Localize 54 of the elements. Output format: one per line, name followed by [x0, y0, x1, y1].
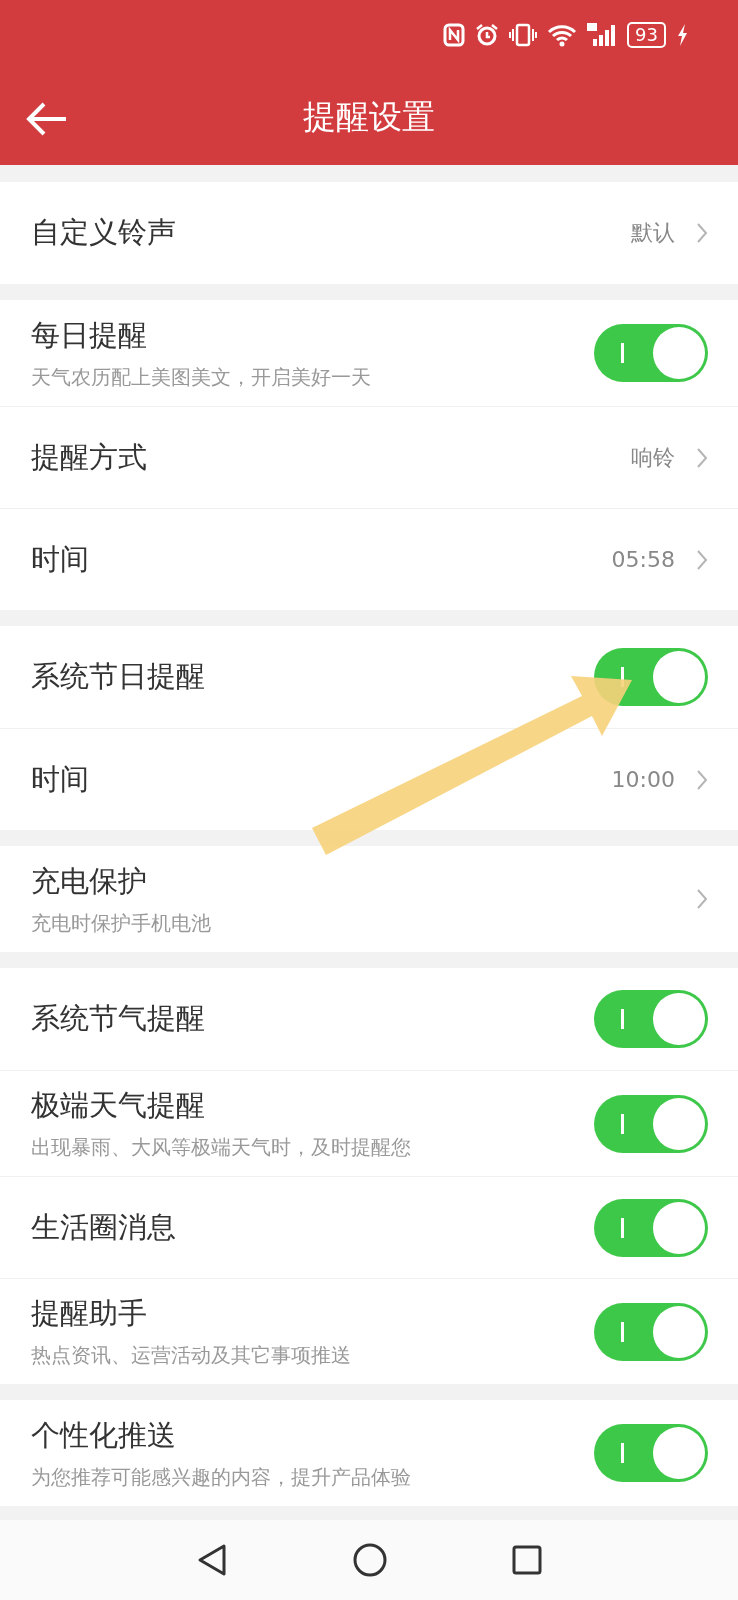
toggle-switch[interactable] [594, 990, 708, 1048]
toggle-switch[interactable] [594, 1198, 708, 1257]
signal-icon [587, 23, 618, 47]
toggle-switch[interactable] [594, 1302, 708, 1361]
chevron-icon [697, 889, 708, 909]
settings-row[interactable]: 个性化推送 为您推荐可能感兴趣的内容，提升产品体验 [0, 1400, 738, 1506]
setting-description: 充电时保护手机电池 [31, 909, 212, 937]
setting-label: 时间 [31, 540, 90, 578]
setting-value: 响铃 [631, 443, 675, 472]
settings-row[interactable]: 提醒助手 热点资讯、运营活动及其它事项推送 [0, 1278, 738, 1384]
nfc-icon [443, 23, 466, 47]
chevron-icon [697, 447, 708, 468]
chevron-icon [697, 223, 708, 243]
setting-label: 充电保护 [31, 862, 148, 900]
setting-label: 每日提醒 [31, 316, 148, 354]
charging-icon [676, 23, 688, 47]
settings-row[interactable]: 充电保护 充电时保护手机电池 [0, 846, 738, 952]
setting-label: 时间 [31, 760, 90, 798]
settings-row[interactable]: 每日提醒 天气农历配上美图美文，开启美好一天 [0, 300, 738, 406]
setting-label: 自定义铃声 [31, 214, 177, 251]
chevron-icon [697, 549, 708, 570]
wifi-icon [547, 23, 578, 47]
setting-value: 10:00 [611, 767, 675, 792]
settings-row[interactable]: 提醒方式 响铃 [0, 406, 738, 508]
setting-description: 热点资讯、运营活动及其它事项推送 [31, 1342, 352, 1369]
settings-row[interactable]: 自定义铃声 默认 [0, 182, 738, 284]
setting-value: 默认 [631, 219, 675, 247]
toggle-switch[interactable] [594, 1094, 708, 1153]
home-nav-icon[interactable] [353, 1543, 387, 1577]
setting-label: 极端天气提醒 [31, 1087, 206, 1124]
back-nav-icon[interactable] [196, 1543, 228, 1577]
back-icon[interactable] [26, 102, 68, 136]
alarm-icon [475, 23, 500, 47]
setting-description: 为您推荐可能感兴趣的内容，提升产品体验 [31, 1463, 412, 1491]
setting-description: 出现暴雨、大风等极端天气时，及时提醒您 [31, 1134, 412, 1161]
setting-label: 生活圈消息 [31, 1208, 177, 1246]
page-title: 提醒设置 [303, 96, 435, 138]
setting-description: 天气农历配上美图美文，开启美好一天 [31, 363, 372, 391]
setting-label: 提醒助手 [31, 1295, 148, 1332]
chevron-icon [697, 769, 708, 790]
setting-label: 提醒方式 [31, 438, 148, 476]
settings-row[interactable]: 极端天气提醒 出现暴雨、大风等极端天气时，及时提醒您 [0, 1070, 738, 1176]
setting-label: 系统节日提醒 [31, 658, 206, 695]
setting-label: 系统节气提醒 [31, 1000, 206, 1037]
setting-value: 05:58 [611, 547, 675, 572]
vibrate-icon [509, 23, 538, 47]
recents-nav-icon[interactable] [512, 1545, 542, 1575]
toggle-switch[interactable] [594, 324, 708, 382]
settings-row[interactable]: 时间 05:58 [0, 508, 738, 610]
settings-row[interactable]: 系统节气提醒 [0, 968, 738, 1070]
setting-label: 个性化推送 [31, 1416, 177, 1454]
toggle-switch[interactable] [594, 1424, 708, 1482]
battery-icon: 93 [627, 22, 666, 48]
settings-row[interactable]: 生活圈消息 [0, 1176, 738, 1278]
